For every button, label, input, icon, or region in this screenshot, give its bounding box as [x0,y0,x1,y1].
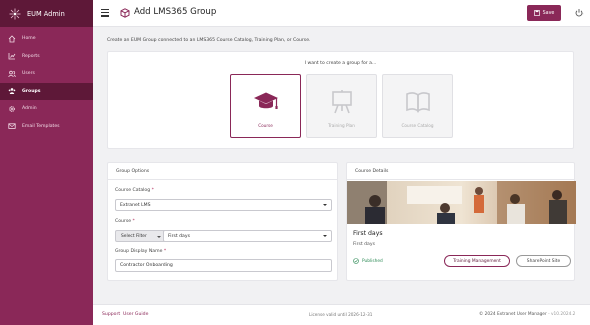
page-title: Add LMS365 Group [134,7,217,17]
gear-icon [9,105,15,112]
group-options-title: Group Options [108,163,337,180]
status-badge: Published [353,258,383,264]
sharepoint-site-button[interactable]: SharePoint Site [516,255,571,267]
graduation-cap-icon [253,92,278,109]
email-icon [8,123,16,130]
group-options-card: Group Options Course Catalog * Extranet … [107,162,338,281]
sidebar-brand[interactable]: EUM Admin [0,0,93,27]
sidebar-item-label: Email Templates [22,123,60,129]
select-filter-button[interactable]: Select Filter [115,230,167,242]
license-text: License valid until 2026-12-31 [309,312,373,317]
user-guide-link[interactable]: User Guide [123,312,148,317]
check-circle-icon [353,258,359,264]
sidebar-item-label: Reports [22,53,40,59]
chart-icon [8,53,16,60]
chevron-down-icon [323,204,327,206]
display-name-input[interactable]: Contractor Onboarding [115,259,332,272]
course-image [347,181,576,224]
save-button-label: Save [542,10,555,16]
group-type-card: I want to create a group for a... Course… [107,51,574,149]
course-catalog-value: Extranet LMS [120,202,151,208]
support-link[interactable]: Support [102,312,120,317]
type-tile-course[interactable]: Course [230,74,301,138]
menu-icon[interactable] [101,9,109,17]
chevron-down-icon [157,235,161,238]
sidebar-item-label: Home [22,36,36,42]
groups-icon [8,88,16,95]
sidebar-item-admin[interactable]: Admin [0,100,93,118]
course-catalog-select[interactable]: Extranet LMS [115,199,332,211]
sidebar-item-groups[interactable]: Groups [0,82,93,100]
book-open-icon [405,92,430,113]
type-prompt: I want to create a group for a... [304,61,377,66]
sidebar-item-label: Users [22,71,35,77]
course-details-card: Course Details First days First days Pub… [346,162,576,281]
eum-logo-icon [9,8,21,19]
type-tile-training-plan[interactable]: Training Plan [306,74,377,138]
sidebar-item-users[interactable]: Users [0,65,93,83]
sidebar-item-label: Admin [22,106,37,112]
cube-icon [120,8,130,18]
sidebar-nav: Home Reports Users Groups Admin Email Te… [0,27,93,135]
course-select[interactable]: First days [163,230,332,242]
home-icon [8,35,16,43]
sidebar-item-home[interactable]: Home [0,30,93,48]
top-bar: Add LMS365 Group Save [93,0,590,27]
save-button[interactable]: Save [527,5,561,21]
footer: Support User Guide License valid until 2… [93,304,590,325]
type-label: Course Catalog [401,123,434,128]
sidebar-item-reports[interactable]: Reports [0,48,93,66]
course-details-title: Course Details [347,163,574,180]
copyright-text: © 2024 Extranet User Manager - v10.2024.… [479,312,576,317]
intro-text: Create an EUM Group connected to an LMS3… [107,38,311,43]
type-tile-course-catalog[interactable]: Course Catalog [382,74,453,138]
course-catalog-label: Course Catalog * [115,188,154,193]
display-name-label: Group Display Name * [115,249,167,254]
course-value: First days [168,233,190,239]
course-subtitle: First days [353,242,375,247]
easel-icon [331,90,352,114]
sidebar: EUM Admin Home Reports Users Groups Admi… [0,0,93,325]
type-label: Training Plan [328,123,355,128]
users-icon [8,70,16,77]
chevron-down-icon [323,235,327,237]
status-text: Published [362,258,383,264]
brand-name: EUM Admin [27,9,65,18]
training-management-button[interactable]: Training Management [444,255,510,267]
select-filter-label: Select Filter [121,233,147,239]
sidebar-item-email-templates[interactable]: Email Templates [0,118,93,136]
type-label: Course [258,123,273,128]
sidebar-item-label: Groups [22,88,41,94]
course-title: First days [353,230,383,237]
power-icon[interactable] [574,8,584,18]
save-icon [533,10,540,16]
course-label: Course * [115,219,135,224]
